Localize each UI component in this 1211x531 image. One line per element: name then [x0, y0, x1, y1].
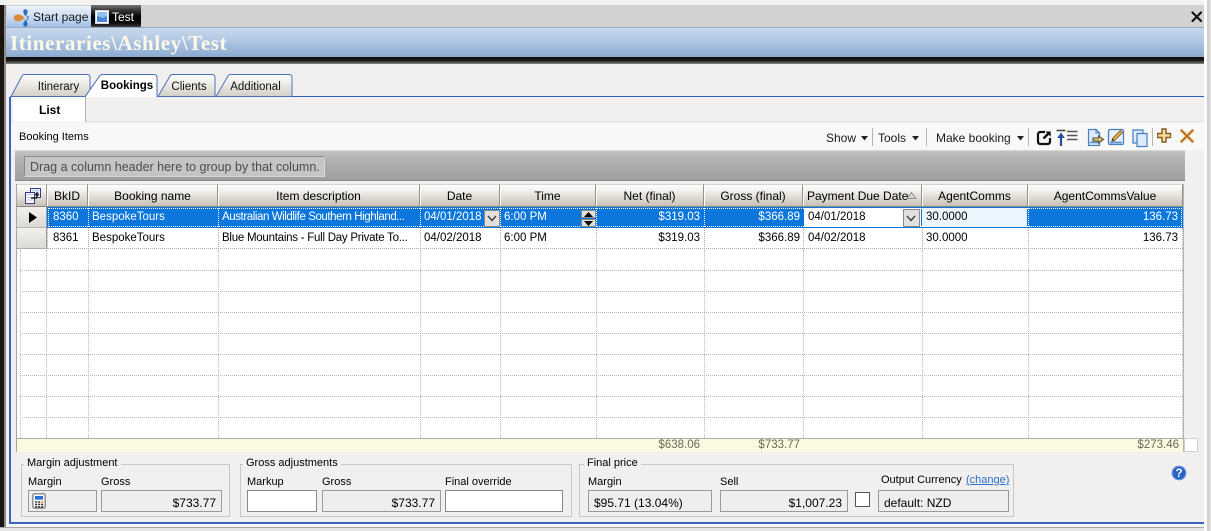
svg-text:?: ? — [1175, 468, 1182, 480]
